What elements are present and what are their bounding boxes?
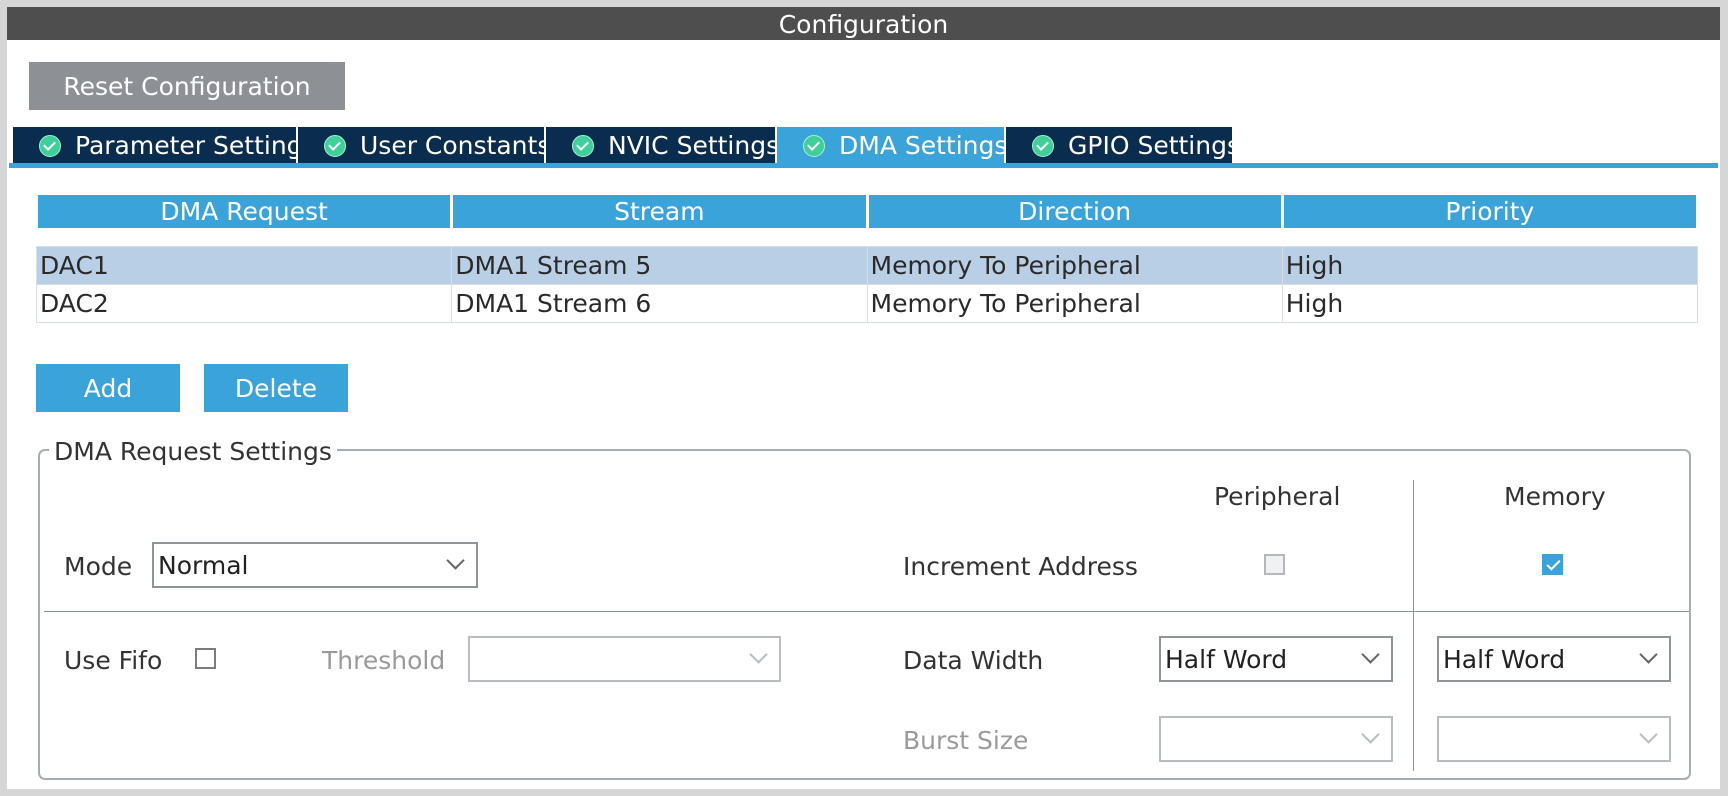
increment-address-label: Increment Address bbox=[903, 552, 1138, 581]
peripheral-data-width-select[interactable]: Half Word bbox=[1159, 636, 1393, 682]
peripheral-burst-size-select[interactable] bbox=[1159, 716, 1393, 762]
tab-nvic-settings[interactable]: NVIC Settings bbox=[546, 127, 779, 164]
column-header-priority[interactable]: Priority bbox=[1280, 195, 1700, 228]
cell-request[interactable]: DAC1 bbox=[35, 246, 453, 285]
check-circle-icon bbox=[1032, 134, 1054, 157]
check-circle-icon bbox=[803, 134, 825, 157]
mode-select[interactable]: Normal bbox=[152, 542, 478, 588]
memory-burst-size-select[interactable] bbox=[1437, 716, 1671, 762]
chevron-down-icon bbox=[749, 645, 768, 664]
table-row[interactable]: DAC2 DMA1 Stream 6 Memory To Peripheral … bbox=[35, 284, 1699, 323]
check-circle-icon bbox=[39, 134, 61, 157]
tab-label: Parameter Settings bbox=[75, 131, 316, 160]
chevron-down-icon bbox=[1361, 645, 1380, 664]
chevron-down-icon bbox=[1639, 645, 1658, 664]
memory-data-width-select[interactable]: Half Word bbox=[1437, 636, 1671, 682]
memory-column-header: Memory bbox=[1504, 482, 1606, 511]
chevron-down-icon bbox=[446, 551, 465, 570]
tab-label: NVIC Settings bbox=[608, 131, 780, 160]
configuration-window: Configuration Reset Configuration Parame… bbox=[7, 7, 1720, 789]
table-spacer bbox=[37, 228, 1698, 247]
dma-request-table: DMA Request Stream Direction Priority DA… bbox=[34, 195, 1700, 323]
peripheral-data-width-value: Half Word bbox=[1165, 644, 1288, 674]
tab-parameter-settings[interactable]: Parameter Settings bbox=[13, 127, 316, 164]
memory-increment-checkbox[interactable] bbox=[1542, 554, 1563, 575]
row-divider bbox=[44, 611, 1689, 612]
tab-gpio-settings[interactable]: GPIO Settings bbox=[1006, 127, 1240, 164]
window-title: Configuration bbox=[7, 7, 1720, 40]
threshold-select[interactable] bbox=[468, 636, 781, 682]
burst-size-label: Burst Size bbox=[903, 726, 1029, 755]
group-legend: DMA Request Settings bbox=[49, 437, 337, 466]
cell-priority[interactable]: High bbox=[1281, 284, 1699, 323]
tab-label: DMA Settings bbox=[839, 131, 1008, 160]
peripheral-column-header: Peripheral bbox=[1214, 482, 1341, 511]
cell-stream[interactable]: DMA1 Stream 6 bbox=[451, 284, 868, 323]
tab-underline bbox=[9, 163, 1718, 168]
mode-label: Mode bbox=[64, 552, 133, 581]
use-fifo-label: Use Fifo bbox=[64, 646, 163, 675]
peripheral-increment-checkbox[interactable] bbox=[1264, 554, 1285, 575]
cell-direction[interactable]: Memory To Peripheral bbox=[866, 284, 1283, 323]
cell-direction[interactable]: Memory To Peripheral bbox=[866, 246, 1283, 285]
memory-data-width-value: Half Word bbox=[1443, 644, 1566, 674]
tab-user-constants[interactable]: User Constants bbox=[298, 127, 550, 164]
column-header-dma-request[interactable]: DMA Request bbox=[34, 195, 454, 228]
column-header-direction[interactable]: Direction bbox=[865, 195, 1284, 228]
delete-button[interactable]: Delete bbox=[204, 364, 348, 412]
cell-stream[interactable]: DMA1 Stream 5 bbox=[451, 246, 868, 285]
table-row[interactable]: DAC1 DMA1 Stream 5 Memory To Peripheral … bbox=[35, 246, 1699, 285]
check-circle-icon bbox=[324, 134, 346, 157]
column-divider bbox=[1413, 480, 1414, 771]
use-fifo-checkbox[interactable] bbox=[195, 648, 216, 669]
check-circle-icon bbox=[572, 134, 594, 157]
cell-priority[interactable]: High bbox=[1281, 246, 1699, 285]
mode-value: Normal bbox=[158, 550, 249, 580]
data-width-label: Data Width bbox=[903, 646, 1044, 675]
chevron-down-icon bbox=[1361, 725, 1380, 744]
column-header-stream[interactable]: Stream bbox=[450, 195, 869, 228]
add-button[interactable]: Add bbox=[36, 364, 180, 412]
tab-label: User Constants bbox=[360, 131, 551, 160]
chevron-down-icon bbox=[1639, 725, 1658, 744]
cell-request[interactable]: DAC2 bbox=[35, 284, 453, 323]
reset-configuration-button[interactable]: Reset Configuration bbox=[29, 62, 345, 110]
tab-label: GPIO Settings bbox=[1068, 131, 1240, 160]
threshold-label: Threshold bbox=[322, 646, 446, 675]
tab-dma-settings[interactable]: DMA Settings bbox=[777, 127, 1008, 164]
